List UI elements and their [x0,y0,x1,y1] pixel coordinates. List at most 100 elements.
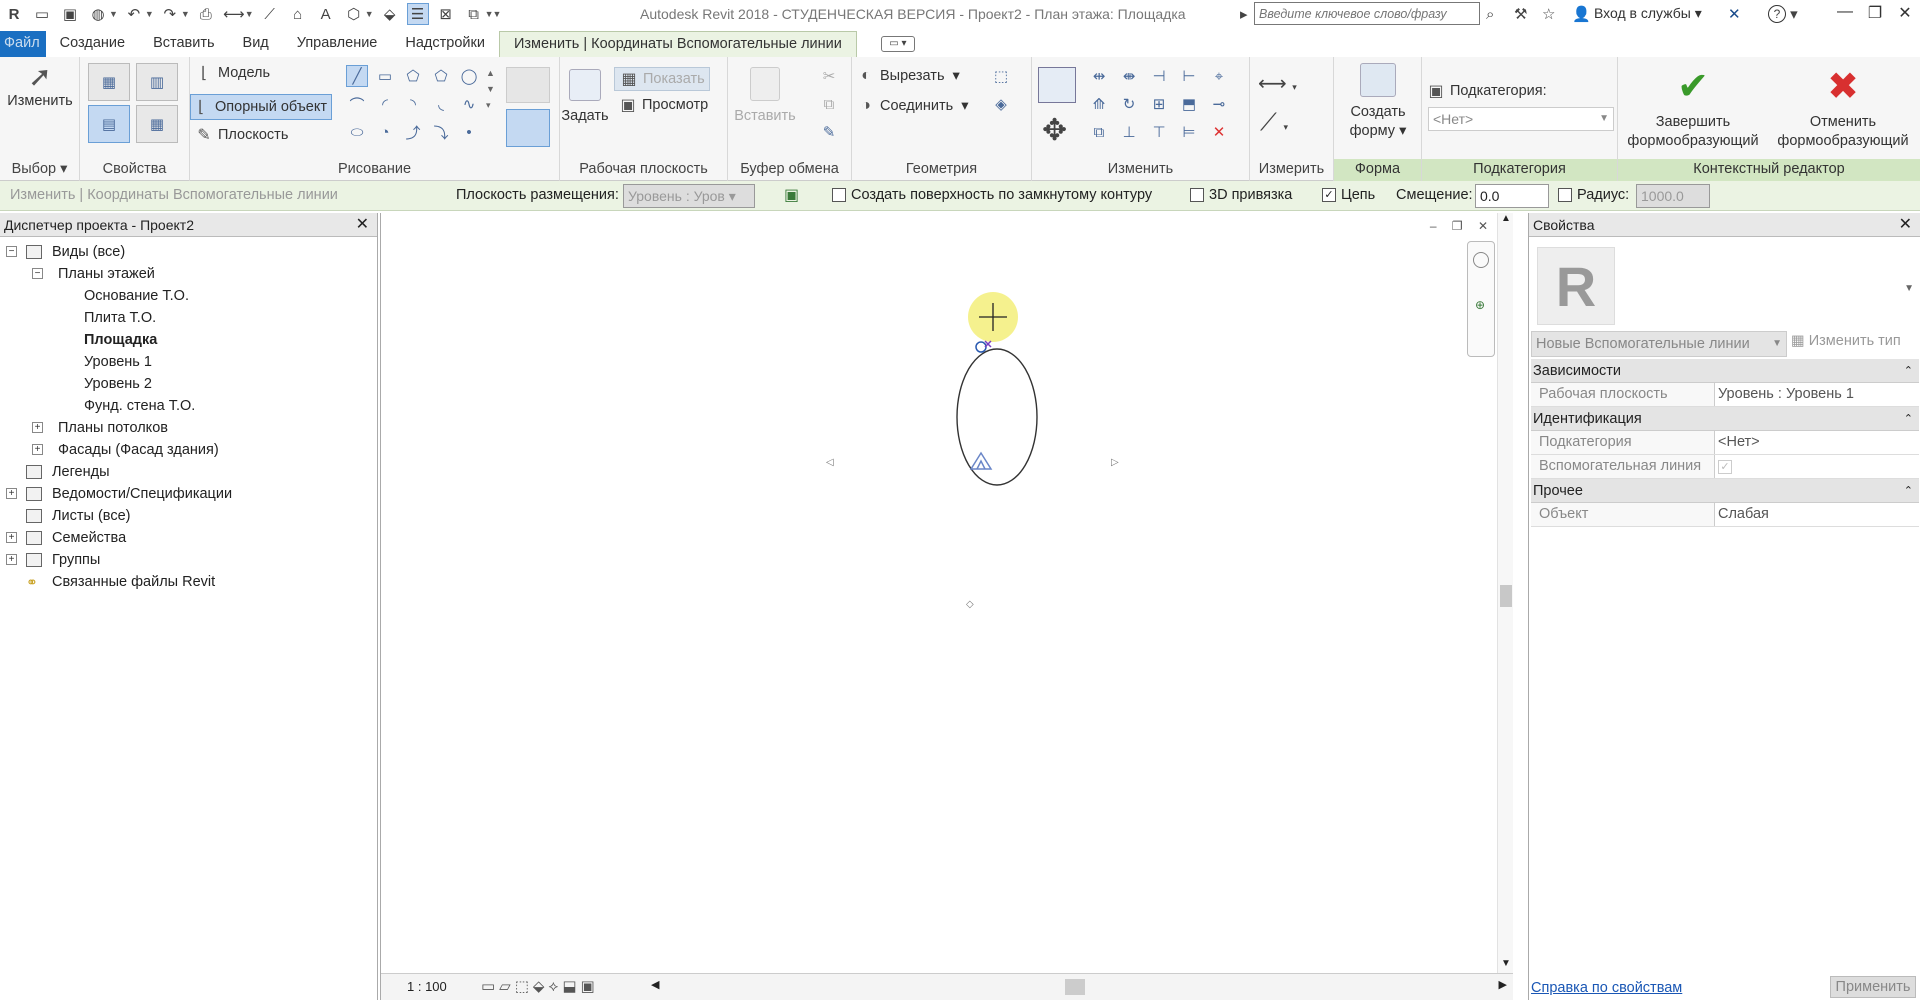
collapse-icon[interactable]: − [6,246,17,257]
vertical-scrollbar[interactable]: ▲ ▼ [1497,213,1513,973]
type-selector-dropdown-icon[interactable]: ▼ [1904,283,1914,294]
delete-icon[interactable]: ✕ [1208,121,1230,143]
drawing-view[interactable]: ‒ ❐ ✕ ◁ ▷ ◇ ⊕ ▲ ▼ 1 : 100 ▭▱⬚⬙⟡⬓▣ ◀ ▶ [380,213,1513,1000]
undo-icon[interactable]: ↶ [123,3,145,25]
tree-node-families[interactable]: + Семейства [0,527,377,549]
closed-surface-check[interactable] [832,188,846,202]
edit-type-button[interactable]: ▦ Изменить тип [1791,333,1901,349]
trim-icon[interactable]: ⊥ [1118,121,1140,143]
expand-icon[interactable]: + [6,532,17,543]
line-icon[interactable]: ╱ [346,65,368,87]
type-selector[interactable]: Новые Вспомогательные линии ▼ [1531,331,1787,357]
tree-node-groups[interactable]: + Группы [0,549,377,571]
view-scale[interactable]: 1 : 100 [407,979,447,994]
workplane-viewer-icon[interactable]: ▣ [784,185,799,205]
snap3d-check[interactable] [1190,188,1204,202]
chevron-down-icon[interactable]: ▼ [365,9,374,19]
properties-help-link[interactable]: Справка по свойствам [1531,980,1682,996]
tree-node-schedules[interactable]: + Ведомости/Спецификации [0,483,377,505]
rectangle-icon[interactable]: ▭ [374,65,396,87]
tree-leaf-plan[interactable]: Плита Т.О. [0,307,377,329]
tree-leaf-plan-active[interactable]: Площадка [0,329,377,351]
binoculars-icon[interactable]: ⌕ [1486,2,1494,26]
exchange-apps-icon[interactable]: ✕ [1728,2,1741,26]
ribbon-display-toggle[interactable]: ▭ ▾ [880,36,915,52]
family-category-icon[interactable]: ▥ [136,63,178,101]
close-hidden-icon[interactable]: ⊠ [435,3,457,25]
switch-windows-icon[interactable]: ⧉ [463,3,485,25]
finish-form-button[interactable]: ✔ Завершить формообразующий [1620,67,1766,151]
tag-icon[interactable]: ⌂ [287,3,309,25]
chain-checkbox[interactable]: ✓ Цепь [1322,187,1375,203]
tree-node-floor-plans[interactable]: − Планы этажей [0,263,377,285]
ellipse-icon[interactable]: ⬭ [346,121,368,143]
tree-node-sheets[interactable]: Листы (все) [0,505,377,527]
chevron-down-icon[interactable]: ▼ [145,9,154,19]
offset-icon[interactable]: ⟰ [1088,93,1110,115]
family-types-icon[interactable]: ▦ [88,63,130,101]
expand-icon[interactable]: + [32,444,43,455]
chain-check[interactable]: ✓ [1322,188,1336,202]
expand-icon[interactable]: + [6,488,17,499]
draw-scroll[interactable]: ▲ ▼ ▾ [486,65,495,113]
section-icon[interactable]: ⬙ [379,3,401,25]
closed-surface-checkbox[interactable]: Создать поверхность по замкнутому контур… [832,187,1152,203]
copy-icon[interactable]: ⧉ [818,93,840,115]
sync-icon[interactable]: ◍ [87,3,109,25]
tab-view[interactable]: Вид [229,31,283,57]
tab-file[interactable]: Файл [0,31,46,57]
3d-snap-plane-icon[interactable] [506,109,550,147]
measure-distance-icon[interactable]: ⟷ ▾ [1258,71,1297,96]
join-geometry-button[interactable]: ◑ Соединить ▾ [856,97,968,115]
paste-button[interactable]: Вставить [730,67,800,126]
tree-leaf-plan[interactable]: Уровень 1 [0,351,377,373]
subcategory-select[interactable]: <Нет> ▼ [1428,107,1614,131]
scroll-right-icon[interactable]: ▶ [1499,978,1507,991]
arc-tangent-icon[interactable]: ◝ [402,93,424,115]
redo-icon[interactable]: ↷ [159,3,181,25]
point-element-icon[interactable]: • [458,121,480,143]
scroll-left-icon[interactable]: ◀ [651,978,659,991]
create-form-button[interactable]: Создать форму ▾ [1334,63,1422,141]
radius-check[interactable] [1558,188,1572,202]
unpin-icon[interactable]: ⌖ [1208,65,1230,87]
chevron-right-icon[interactable]: ▸ [1240,2,1248,26]
tree-leaf-plan[interactable]: Уровень 2 [0,373,377,395]
cut-geometry-button[interactable]: ◐ Вырезать ▾ [856,67,960,85]
expand-icon[interactable]: + [32,422,43,433]
trim-multiple-icon[interactable]: ⊨ [1178,121,1200,143]
tree-node-facades[interactable]: + Фасады (Фасад здания) [0,439,377,461]
offset-input[interactable]: 0.0 [1475,184,1549,208]
tab-addins[interactable]: Надстройки [391,31,499,57]
collapse-icon[interactable]: − [32,268,43,279]
split-gap-icon[interactable]: ⊢ [1178,65,1200,87]
arc-fillet-icon[interactable]: ◟ [430,93,452,115]
cut-icon[interactable]: ✂ [818,65,840,87]
property-value[interactable]: Слабая [1715,503,1919,526]
arc-center-icon[interactable]: ◜ [374,93,396,115]
pick-lines-icon[interactable]: ⤴ [402,121,424,143]
type-properties-icon[interactable]: ▦ [136,105,178,143]
radius-checkbox[interactable]: Радиус: [1558,187,1629,203]
chevron-down-icon[interactable]: ▼ [109,9,118,19]
snap3d-checkbox[interactable]: 3D привязка [1190,187,1292,203]
split-icon[interactable]: ⊣ [1148,65,1170,87]
tree-node-views[interactable]: − Виды (все) [0,241,377,263]
tab-manage[interactable]: Управление [283,31,392,57]
pin-icon[interactable]: ⊸ [1208,93,1230,115]
search-input[interactable] [1254,2,1480,25]
tab-insert[interactable]: Вставить [139,31,228,57]
zoom-icon[interactable]: ⊕ [1475,298,1485,312]
tree-leaf-plan[interactable]: Фунд. стена Т.О. [0,395,377,417]
minimize-button[interactable]: — [1830,3,1860,21]
paint-icon[interactable]: ◈ [990,93,1012,115]
open-icon[interactable]: ▭ [31,3,53,25]
horizontal-scroll-thumb[interactable] [1065,979,1085,995]
text-icon[interactable]: A [315,3,337,25]
measure-icon[interactable]: ⟷ [223,3,245,25]
save-icon[interactable]: ▣ [59,3,81,25]
section-identity[interactable]: Идентификация ⌃ [1531,407,1919,431]
3d-view-icon[interactable]: ⬡ [343,3,365,25]
reference-plane-button[interactable]: ✎ Плоскость [194,125,288,145]
move-icon[interactable]: ✥ [1042,113,1067,148]
